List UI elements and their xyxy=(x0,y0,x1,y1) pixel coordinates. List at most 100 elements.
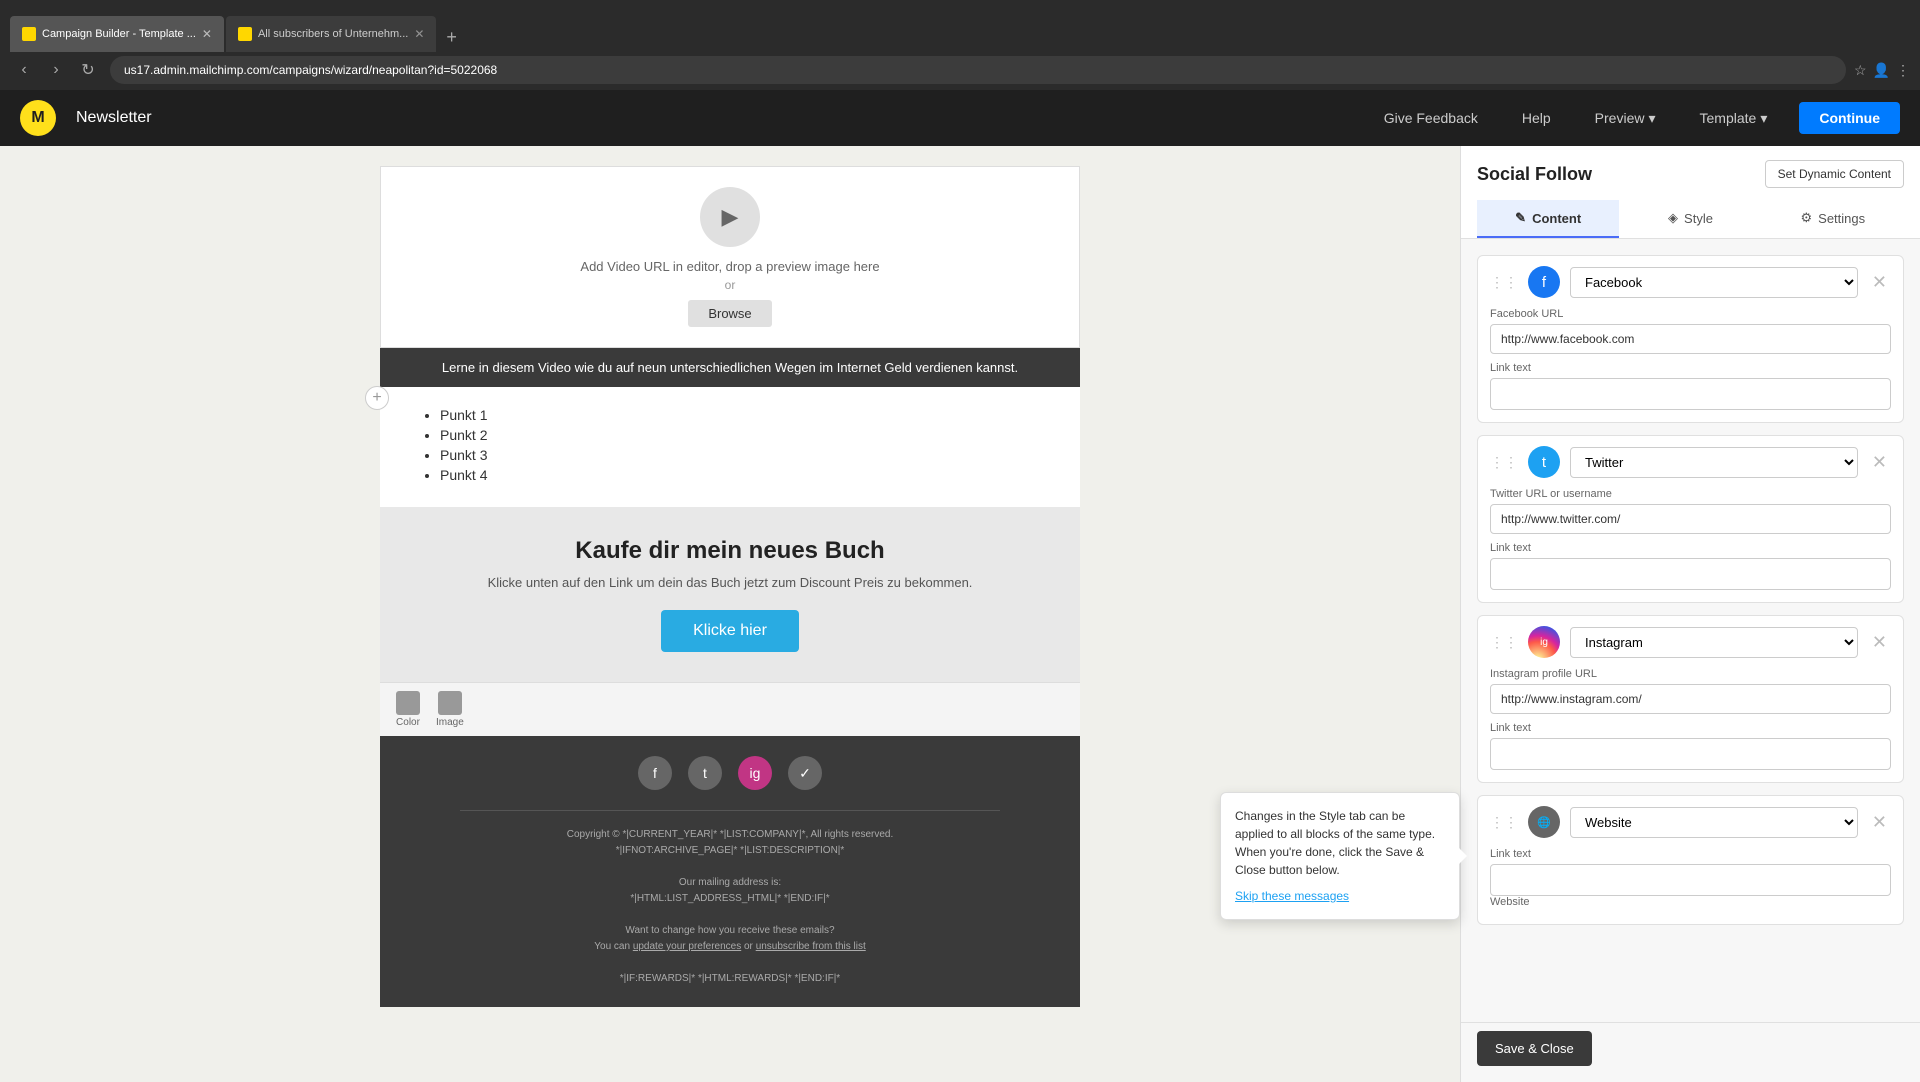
bullet-list: Punkt 1 Punkt 2 Punkt 3 Punkt 4 xyxy=(420,407,1040,483)
twitter-url-label: Twitter URL or username xyxy=(1490,488,1891,500)
tab-subscribers[interactable]: All subscribers of Unternehm... ✕ xyxy=(226,16,436,52)
facebook-entry-body: Facebook URL Link text xyxy=(1478,308,1903,422)
reload-button[interactable]: ↻ xyxy=(74,56,102,84)
twitter-drag-handle[interactable]: ⋮⋮ xyxy=(1490,454,1518,471)
panel-header: Social Follow Set Dynamic Content ✎ Cont… xyxy=(1461,146,1920,239)
rewards-text: *|IF:REWARDS|* *|HTML:REWARDS|* *|END:IF… xyxy=(620,973,840,984)
website-link-text-input[interactable] xyxy=(1490,864,1891,896)
instagram-drag-handle[interactable]: ⋮⋮ xyxy=(1490,634,1518,651)
instagram-url-label: Instagram profile URL xyxy=(1490,668,1891,680)
skip-messages-link[interactable]: Skip these messages xyxy=(1235,887,1445,905)
tab-settings[interactable]: ⚙ Settings xyxy=(1762,200,1904,238)
cta-title: Kaufe dir mein neues Buch xyxy=(400,537,1060,565)
twitter-url-input[interactable] xyxy=(1490,504,1891,534)
new-tab-button[interactable]: + xyxy=(438,23,465,52)
list-item: Punkt 4 xyxy=(440,467,1040,483)
forward-button[interactable]: › xyxy=(42,56,70,84)
account-icon[interactable]: 👤 xyxy=(1873,62,1890,79)
website-remove-button[interactable]: ✕ xyxy=(1868,812,1891,833)
preview-dropdown[interactable]: Preview ▾ xyxy=(1583,104,1668,133)
instagram-platform-icon: ig xyxy=(1528,626,1560,658)
help-button[interactable]: Help xyxy=(1510,104,1563,132)
browse-button[interactable]: Browse xyxy=(688,300,771,327)
right-panel: Social Follow Set Dynamic Content ✎ Cont… xyxy=(1460,146,1920,1082)
app-nav-title: Newsletter xyxy=(76,109,152,127)
instagram-entry-body: Instagram profile URL Link text xyxy=(1478,668,1903,782)
facebook-entry-header: ⋮⋮ f Facebook ✕ xyxy=(1478,256,1903,308)
facebook-drag-handle[interactable]: ⋮⋮ xyxy=(1490,274,1518,291)
twitter-platform-select[interactable]: Twitter xyxy=(1570,447,1858,478)
instagram-url-input[interactable] xyxy=(1490,684,1891,714)
address-bar-row: ‹ › ↻ ☆ 👤 ⋮ xyxy=(0,52,1920,90)
panel-tabs: ✎ Content ◈ Style ⚙ Settings xyxy=(1477,200,1904,238)
facebook-platform-select[interactable]: Facebook xyxy=(1570,267,1858,298)
instagram-social-entry: ⋮⋮ ig Instagram ✕ Instagram profile URL … xyxy=(1477,615,1904,783)
update-preferences-link[interactable]: update your preferences xyxy=(633,941,741,952)
more-icon[interactable]: ⋮ xyxy=(1896,62,1910,79)
back-button[interactable]: ‹ xyxy=(10,56,38,84)
tab-content[interactable]: ✎ Content xyxy=(1477,200,1619,238)
twitter-entry-header: ⋮⋮ t Twitter ✕ xyxy=(1478,436,1903,488)
instagram-link-text-input[interactable] xyxy=(1490,738,1891,770)
continue-button[interactable]: Continue xyxy=(1799,102,1900,134)
browser-tabs: Campaign Builder - Template ... ✕ All su… xyxy=(10,0,465,52)
facebook-link-text-input[interactable] xyxy=(1490,378,1891,410)
cta-subtitle: Klicke unten auf den Link um dein das Bu… xyxy=(400,575,1060,590)
instagram-platform-select[interactable]: Instagram xyxy=(1570,627,1858,658)
website-link-text-label: Link text xyxy=(1490,848,1891,860)
tab-close-btn-2[interactable]: ✕ xyxy=(414,27,424,41)
tab-close-btn[interactable]: ✕ xyxy=(202,27,212,41)
tool-image[interactable]: Image xyxy=(436,691,464,728)
footer-divider xyxy=(460,810,1000,811)
twitter-link-text-input[interactable] xyxy=(1490,558,1891,590)
cta-button[interactable]: Klicke hier xyxy=(661,610,799,652)
unsubscribe-link[interactable]: unsubscribe from this list xyxy=(756,941,866,952)
main-layout: ▶ Add Video URL in editor, drop a previe… xyxy=(0,146,1920,1082)
content-tab-icon: ✎ xyxy=(1515,210,1526,226)
panel-bottom: Save & Close xyxy=(1461,1022,1920,1082)
facebook-url-input[interactable] xyxy=(1490,324,1891,354)
footer-copyright: Copyright © *|CURRENT_YEAR|* *|LIST:COMP… xyxy=(400,827,1060,987)
facebook-link-text-label: Link text xyxy=(1490,362,1891,374)
tab-label: Campaign Builder - Template ... xyxy=(42,28,196,40)
style-tab-icon: ◈ xyxy=(1668,210,1678,226)
give-feedback-button[interactable]: Give Feedback xyxy=(1372,104,1490,132)
instagram-link-text-label: Link text xyxy=(1490,722,1891,734)
tooltip-text: Changes in the Style tab can be applied … xyxy=(1235,809,1435,877)
set-dynamic-content-button[interactable]: Set Dynamic Content xyxy=(1765,160,1904,188)
save-close-button[interactable]: Save & Close xyxy=(1477,1031,1592,1066)
copyright-text: Copyright © *|CURRENT_YEAR|* *|LIST:COMP… xyxy=(567,829,894,840)
video-play-icon: ▶ xyxy=(700,187,760,247)
style-tab-label: Style xyxy=(1684,211,1713,226)
social-icons-row: f t ig ✓ xyxy=(400,756,1060,790)
tool-color[interactable]: Color xyxy=(396,691,420,728)
canvas-area: ▶ Add Video URL in editor, drop a previe… xyxy=(0,146,1460,1082)
address-input[interactable] xyxy=(110,56,1846,84)
settings-tab-label: Settings xyxy=(1818,211,1865,226)
template-dropdown[interactable]: Template ▾ xyxy=(1688,104,1780,133)
website-drag-handle[interactable]: ⋮⋮ xyxy=(1490,814,1518,831)
tab-campaign-builder[interactable]: Campaign Builder - Template ... ✕ xyxy=(10,16,224,52)
preview-chevron-icon: ▾ xyxy=(1648,110,1655,127)
email-template: ▶ Add Video URL in editor, drop a previe… xyxy=(380,166,1080,1007)
footer-facebook-icon: f xyxy=(638,756,672,790)
mailing-text: Our mailing address is: xyxy=(679,877,781,888)
image-icon xyxy=(438,691,462,715)
bookmark-icon[interactable]: ☆ xyxy=(1854,62,1867,79)
tab-style[interactable]: ◈ Style xyxy=(1619,200,1761,238)
footer-twitter-icon: t xyxy=(688,756,722,790)
twitter-remove-button[interactable]: ✕ xyxy=(1868,452,1891,473)
instagram-remove-button[interactable]: ✕ xyxy=(1868,632,1891,653)
facebook-remove-button[interactable]: ✕ xyxy=(1868,272,1891,293)
add-block-button[interactable]: + xyxy=(365,386,389,410)
tool-image-label: Image xyxy=(436,717,464,728)
template-label: Template xyxy=(1700,110,1757,126)
facebook-url-label: Facebook URL xyxy=(1490,308,1891,320)
website-platform-select[interactable]: Website xyxy=(1570,807,1858,838)
bullet-block: Punkt 1 Punkt 2 Punkt 3 Punkt 4 xyxy=(380,387,1080,507)
panel-content: ⋮⋮ f Facebook ✕ Facebook URL Link text xyxy=(1461,239,1920,1022)
update-text: You can xyxy=(594,941,630,952)
panel-header-top: Social Follow Set Dynamic Content xyxy=(1477,160,1904,188)
app-logo: M xyxy=(20,100,56,136)
or-text: or xyxy=(744,941,753,952)
